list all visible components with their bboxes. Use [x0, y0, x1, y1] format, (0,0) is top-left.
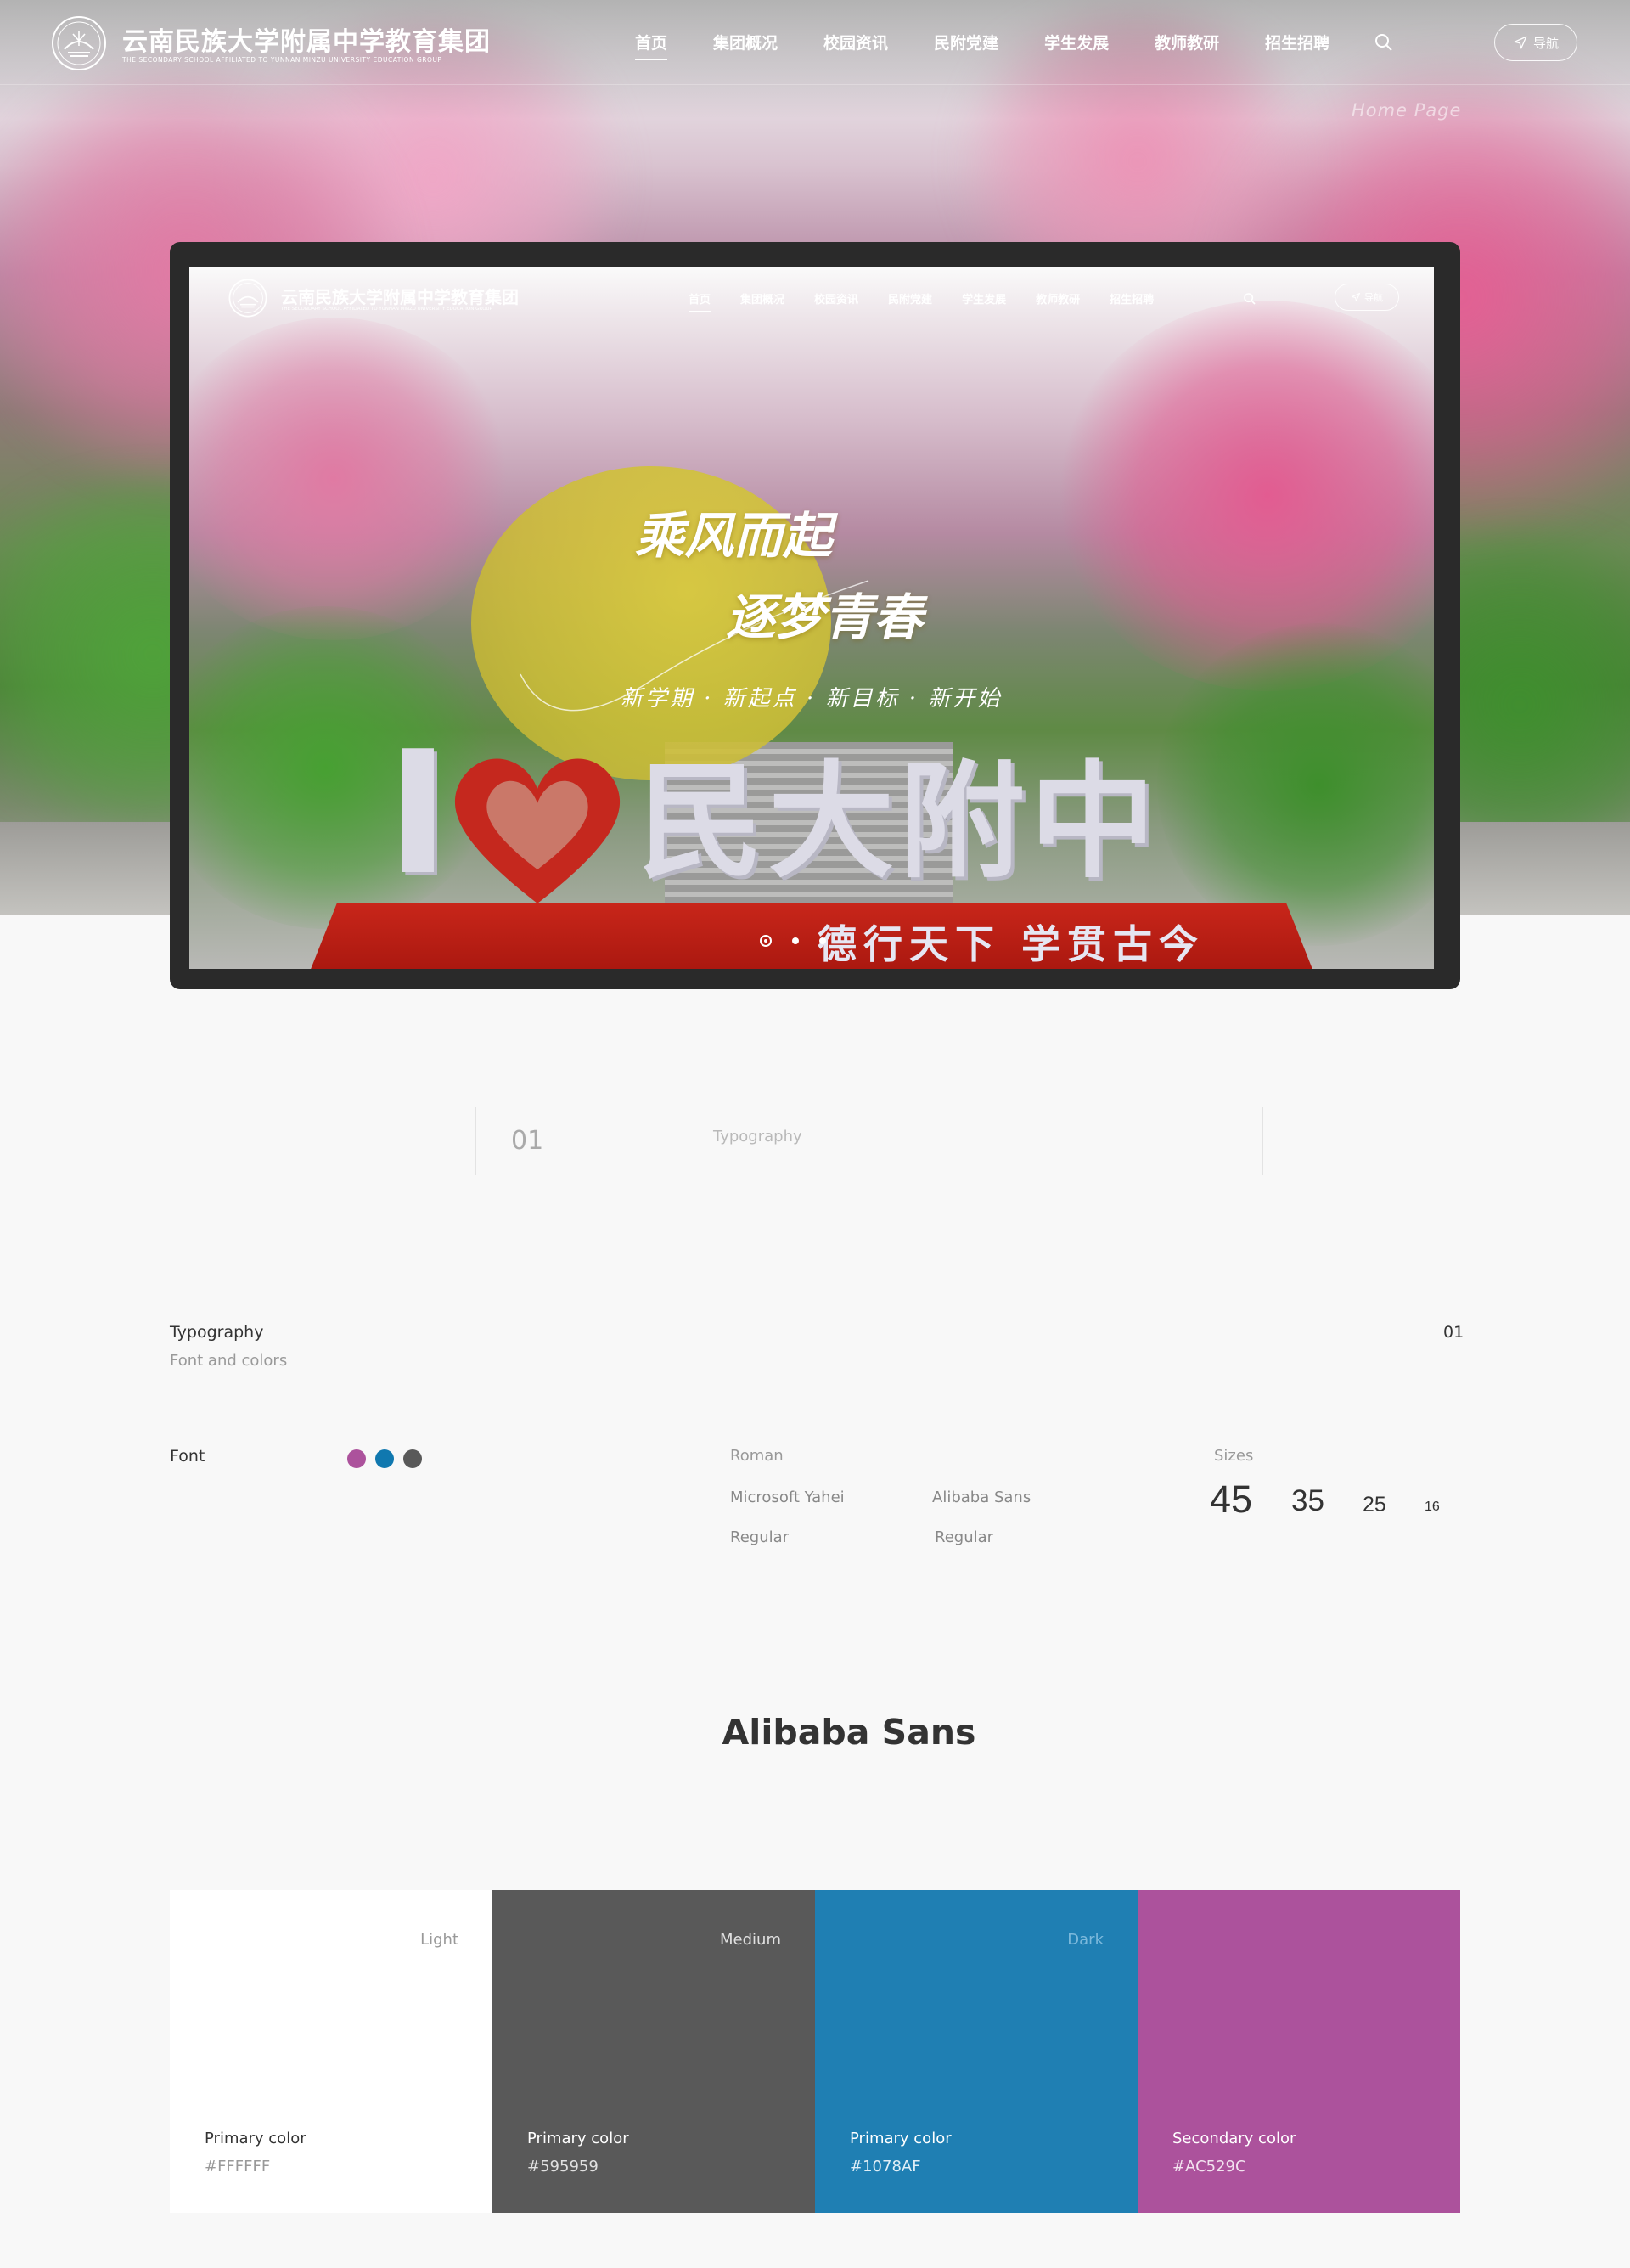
mockup-school-name-en: THE SECONDARY SCHOOL AFFILIATED TO YUNNA… — [281, 307, 492, 312]
card-color-name: Primary color — [850, 2130, 952, 2147]
sign-school-name: 民大附中 — [638, 749, 1161, 895]
screen-mockup: 云南民族大学附属中学教育集团 THE SECONDARY SCHOOL AFFI… — [170, 242, 1460, 989]
mockup-nav-item: 民附党建 — [888, 294, 933, 307]
slogan-line-3: 新学期 · 新起点 · 新目标 · 新开始 — [621, 686, 1003, 712]
font-label: Font — [170, 1447, 205, 1466]
color-card-dark: Dark Primary color #1078AF — [815, 1890, 1138, 2213]
blossom-blur — [1055, 301, 1434, 691]
search-icon[interactable] — [1374, 32, 1394, 53]
mockup-nav-item: 教师教研 — [1036, 294, 1081, 307]
slogan-line-2: 逐梦青春 — [726, 588, 924, 646]
card-color-name: Primary color — [205, 2130, 306, 2147]
guide-button[interactable]: 导航 — [1494, 24, 1577, 61]
top-navigation: 云南民族大学附属中学教育集团 THE SECONDARY SCHOOL AFFI… — [0, 0, 1630, 85]
nav-item-admissions[interactable]: 招生招聘 — [1265, 31, 1329, 60]
size-sample-35: 35 — [1291, 1484, 1324, 1517]
mockup-school-name-cn: 云南民族大学附属中学教育集团 — [281, 287, 519, 307]
school-motto: 德行天下 学贯古今 — [818, 921, 1206, 967]
typography-subtitle: Font and colors — [170, 1352, 288, 1370]
school-logo-icon — [228, 279, 267, 318]
card-color-name: Secondary color — [1172, 2130, 1296, 2147]
section-label: Typography — [713, 1128, 802, 1145]
color-palette: Light Primary color #FFFFFF Medium Prima… — [170, 1890, 1460, 2213]
nav-item-news[interactable]: 校园资讯 — [823, 31, 888, 60]
carousel-dot[interactable] — [819, 937, 826, 944]
school-name-cn[interactable]: 云南民族大学附属中学教育集团 — [122, 20, 491, 58]
section-divider — [1262, 1107, 1263, 1175]
carousel-dot[interactable] — [792, 937, 799, 944]
mockup-nav-item: 首页 — [689, 290, 711, 312]
section-number: 01 — [511, 1126, 544, 1156]
mockup-nav-item: 学生发展 — [962, 294, 1007, 307]
heart-icon — [454, 758, 621, 903]
sign-letter-i: I — [386, 715, 450, 913]
blossom-blur — [189, 318, 512, 640]
nav-item-students[interactable]: 学生发展 — [1044, 31, 1109, 60]
school-logo-icon[interactable] — [49, 15, 109, 71]
card-tone: Dark — [1067, 1931, 1104, 1949]
font-weight-yahei: Regular — [730, 1528, 790, 1546]
typography-number: 01 — [1443, 1323, 1464, 1342]
send-icon — [1514, 36, 1527, 49]
color-card-secondary: Secondary color #AC529C — [1138, 1890, 1460, 2213]
color-card-medium: Medium Primary color #595959 — [492, 1890, 815, 2213]
guide-button-label: 导航 — [1532, 35, 1559, 51]
mockup-nav-item: 集团概况 — [740, 294, 785, 307]
section-divider — [475, 1107, 476, 1175]
card-hex-value: #FFFFFF — [205, 2158, 271, 2175]
nav-item-teachers[interactable]: 教师教研 — [1155, 31, 1219, 60]
card-hex-value: #595959 — [527, 2158, 599, 2175]
send-icon — [1352, 293, 1360, 301]
mockup-nav-item: 校园资讯 — [814, 294, 859, 307]
card-hex-value: #AC529C — [1172, 2158, 1246, 2175]
color-swatch-purple — [347, 1449, 366, 1468]
mockup-guide-label: 导航 — [1364, 292, 1383, 303]
nav-item-home[interactable]: 首页 — [635, 31, 668, 60]
font-name-yahei: Microsoft Yahei — [730, 1489, 845, 1506]
font-weight-alibaba: Regular — [935, 1528, 994, 1546]
search-icon — [1244, 293, 1256, 305]
color-card-light: Light Primary color #FFFFFF — [170, 1890, 492, 2213]
nav-item-party[interactable]: 民附党建 — [934, 31, 998, 60]
mockup-guide-button: 导航 — [1335, 284, 1399, 311]
size-sample-25: 25 — [1363, 1493, 1386, 1517]
mockup-navigation: 云南民族大学附属中学教育集团 THE SECONDARY SCHOOL AFFI… — [189, 267, 1434, 319]
card-color-name: Primary color — [527, 2130, 629, 2147]
sizes-label: Sizes — [1214, 1447, 1254, 1465]
card-hex-value: #1078AF — [850, 2158, 921, 2175]
card-tone: Light — [420, 1931, 458, 1949]
size-sample-16: 16 — [1425, 1500, 1440, 1514]
font-showcase-title: Alibaba Sans — [722, 1712, 976, 1753]
mockup-menu: 首页 集团概况 校园资讯 民附党建 学生发展 教师教研 招生招聘 — [689, 290, 1183, 312]
size-sample-45: 45 — [1210, 1477, 1253, 1521]
carousel-dot-active[interactable] — [760, 935, 772, 947]
main-menu: 首页 集团概况 校园资讯 民附党建 学生发展 教师教研 招生招聘 — [635, 31, 1375, 60]
color-swatch-blue — [375, 1449, 394, 1468]
home-page-tag: Home Page — [1352, 100, 1462, 121]
font-name-alibaba: Alibaba Sans — [932, 1489, 1031, 1506]
school-name-en: THE SECONDARY SCHOOL AFFILIATED TO YUNNA… — [122, 56, 442, 64]
card-tone: Medium — [720, 1931, 781, 1949]
nav-item-overview[interactable]: 集团概况 — [713, 31, 778, 60]
mockup-nav-item: 招生招聘 — [1110, 294, 1155, 307]
color-swatch-gray — [403, 1449, 422, 1468]
roman-label: Roman — [730, 1447, 784, 1465]
slogan-line-1: 乘风而起 — [635, 507, 833, 565]
mockup-screen: 云南民族大学附属中学教育集团 THE SECONDARY SCHOOL AFFI… — [189, 267, 1434, 969]
carousel-dots — [760, 935, 846, 947]
typography-title: Typography — [170, 1323, 264, 1342]
